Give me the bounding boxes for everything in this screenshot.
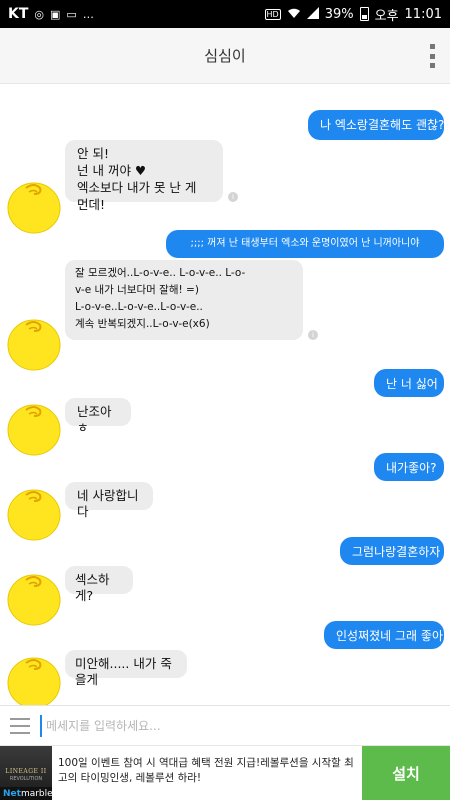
info-icon[interactable]: i	[308, 330, 318, 340]
wifi-icon	[287, 7, 301, 22]
status-bar: KT ◎ ▣ ▭ … HD 39% 오후 11:01	[0, 0, 450, 28]
battery-percent: 39%	[324, 6, 354, 22]
user-message: 내가좋아?	[374, 453, 444, 481]
simsimi-avatar	[6, 653, 62, 705]
hd-voice-icon: HD	[264, 8, 281, 20]
ad-banner[interactable]: LINEAGE II REVOLUTION Netmarble 100일 이벤트…	[0, 745, 450, 800]
lineage-logo: LINEAGE II REVOLUTION Netmarble	[0, 746, 52, 800]
notification-status-icon: ▣	[50, 7, 61, 21]
bot-message: 안 되! 넌 내 꺼야 ♥ 엑소보다 내가 못 난 게 먼데!	[65, 140, 223, 212]
netmarble-logo: Netmarble	[0, 787, 52, 800]
bot-message: 네 사랑합니다	[65, 482, 153, 519]
carrier-label: KT	[8, 6, 29, 22]
message-input-wrapper	[40, 714, 450, 737]
camera-status-icon: ◎	[34, 7, 45, 21]
bot-message: 섹스하게?	[65, 566, 133, 603]
message-composer	[0, 705, 450, 745]
user-message: 그럼나랑결혼하자	[340, 537, 444, 565]
time-ampm: 오후	[374, 8, 399, 24]
menu-icon[interactable]	[10, 717, 30, 734]
install-button[interactable]: 설치	[362, 746, 450, 800]
more-status-icon: …	[82, 7, 94, 21]
simsimi-avatar	[6, 400, 62, 456]
user-message: ;;;; 꺼져 난 태생부터 엑소와 운명이였어 난 니꺼아니야	[166, 230, 444, 258]
bot-message: 난조아 ㅎ	[65, 398, 131, 435]
page-title: 심심이	[204, 47, 246, 65]
app-bar: 심심이	[0, 28, 450, 84]
user-message: 나 엑소랑결혼해도 괜찮?	[308, 110, 444, 140]
simsimi-avatar	[6, 570, 62, 626]
simsimi-avatar	[6, 178, 62, 234]
status-time: 11:01	[404, 6, 442, 22]
ad-text[interactable]: 100일 이벤트 참여 시 역대급 혜택 전원 지급!레볼루션을 시작할 최고의…	[58, 756, 358, 786]
overflow-menu-icon[interactable]	[422, 42, 442, 70]
simsimi-avatar	[6, 485, 62, 541]
info-icon[interactable]: i	[228, 192, 238, 202]
user-message: 인성쩌졌네 그래 좋아	[324, 621, 444, 649]
battery-icon	[359, 7, 369, 21]
signal-icon	[306, 6, 319, 22]
message-input[interactable]	[46, 718, 450, 733]
gallery-status-icon: ▭	[66, 7, 77, 21]
logo-line2: REVOLUTION	[9, 776, 43, 782]
logo-line1: LINEAGE II	[5, 768, 47, 775]
simsimi-avatar	[6, 315, 62, 371]
brand-suffix: marble	[20, 789, 52, 799]
brand-prefix: Net	[3, 789, 21, 799]
chat-area[interactable]: 나 엑소랑결혼해도 괜찮? 안 되! 넌 내 꺼야 ♥ 엑소보다 내가 못 난 …	[0, 85, 450, 705]
bot-message: 잘 모르겠어..L-o-v-e.. L-o-v-e.. L-o- v-e 내가 …	[65, 260, 303, 340]
user-message: 난 너 싫어	[374, 369, 444, 397]
bot-message: 미안해..... 내가 죽을게	[65, 650, 187, 687]
